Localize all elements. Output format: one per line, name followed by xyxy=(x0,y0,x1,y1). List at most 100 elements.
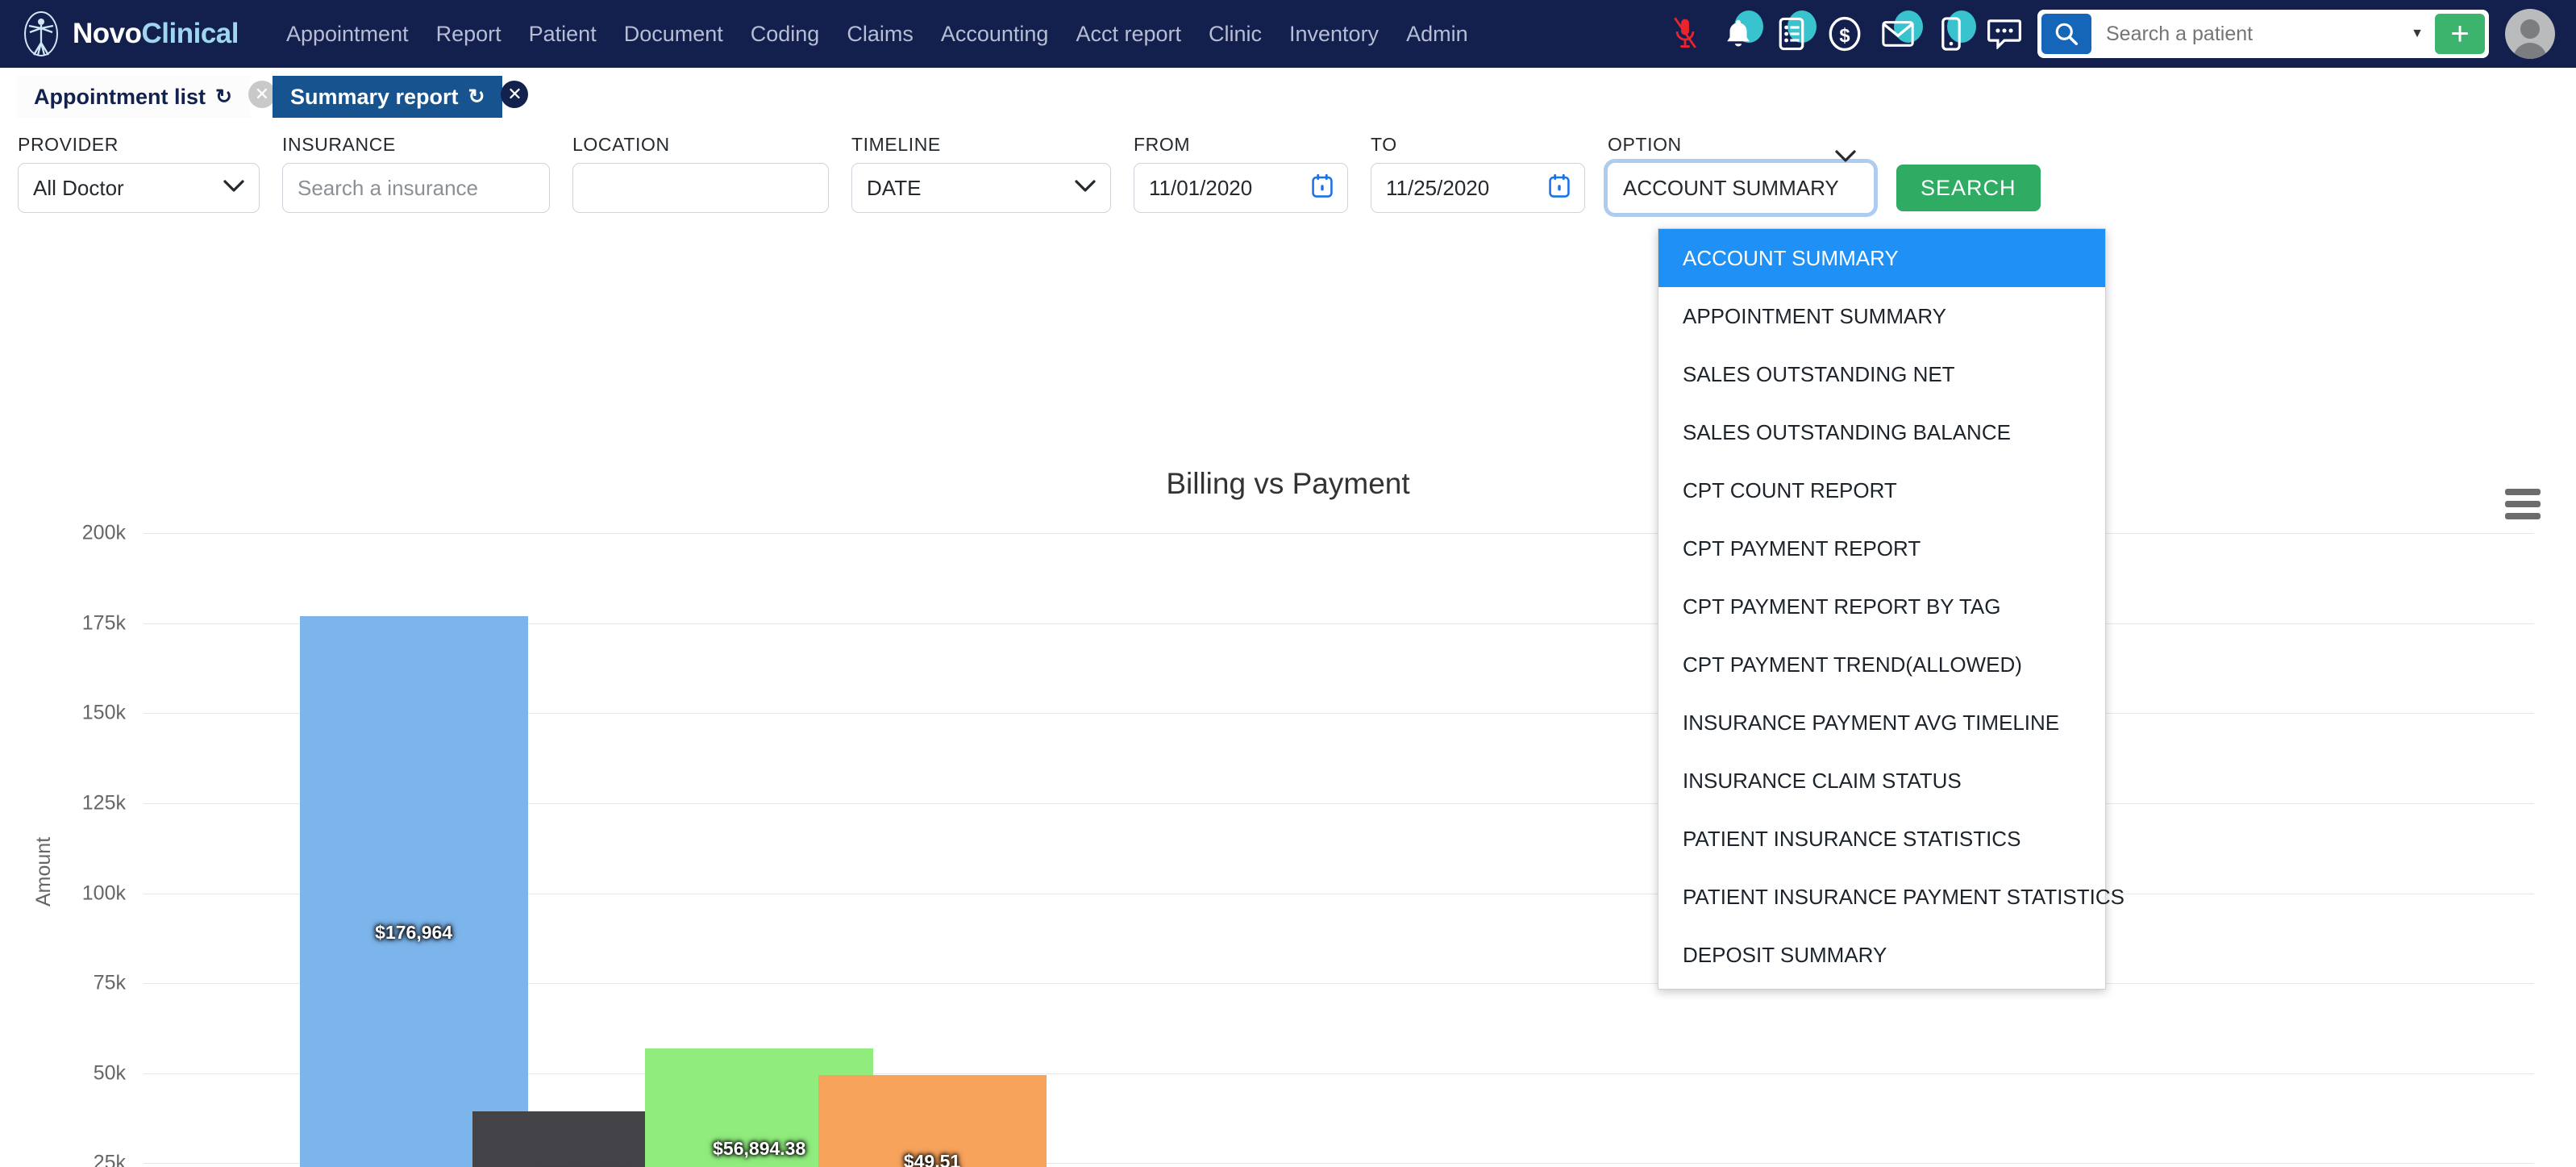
option-dropdown-item[interactable]: CPT PAYMENT TREND(ALLOWED) xyxy=(1658,636,2105,694)
y-axis-tick: 75k xyxy=(94,972,126,995)
microphone-muted-icon[interactable] xyxy=(1667,14,1704,54)
search-icon[interactable] xyxy=(2041,14,2091,54)
insurance-input[interactable] xyxy=(298,176,535,201)
timeline-value: DATE xyxy=(867,176,921,201)
to-date-value: 11/25/2020 xyxy=(1386,176,1489,201)
location-label: LOCATION xyxy=(572,134,829,156)
calendar-icon[interactable] xyxy=(1549,173,1570,203)
chart-bar[interactable]: $176,964 xyxy=(300,616,528,1167)
y-axis-tick: 150k xyxy=(82,702,126,725)
refresh-icon[interactable]: ↻ xyxy=(215,85,232,109)
option-dropdown-item[interactable]: CPT PAYMENT REPORT BY TAG xyxy=(1658,577,2105,636)
nav-link-inventory[interactable]: Inventory xyxy=(1276,17,1392,52)
option-dropdown-item[interactable]: SALES OUTSTANDING BALANCE xyxy=(1658,403,2105,461)
close-appointment-list-icon[interactable]: ✕ xyxy=(248,81,276,108)
location-input-wrap xyxy=(572,163,829,213)
envelope-mail-icon[interactable] xyxy=(1879,14,1916,54)
brand-title: NovoClinical xyxy=(73,18,239,50)
y-axis-tick: 100k xyxy=(82,882,126,905)
brand-clinical: Clinical xyxy=(142,18,239,49)
provider-select[interactable]: All Doctor xyxy=(18,163,260,213)
provider-value: All Doctor xyxy=(33,176,124,201)
dollar-circle-icon[interactable]: $ xyxy=(1826,14,1863,54)
provider-label: PROVIDER xyxy=(18,134,260,156)
option-filter-group: OPTION ACCOUNT SUMMARY xyxy=(1608,134,1874,213)
tab-summary-report-label: Summary report xyxy=(290,85,459,110)
from-label: FROM xyxy=(1134,134,1348,156)
option-dropdown-item[interactable]: PATIENT INSURANCE PAYMENT STATISTICS xyxy=(1658,868,2105,926)
to-date-field[interactable]: 11/25/2020 xyxy=(1371,163,1585,213)
option-dropdown-item[interactable]: CPT PAYMENT REPORT xyxy=(1658,519,2105,577)
insurance-filter-group: INSURANCE xyxy=(282,134,550,213)
option-dropdown-item[interactable]: INSURANCE PAYMENT AVG TIMELINE xyxy=(1658,694,2105,752)
provider-filter-group: PROVIDER All Doctor xyxy=(18,134,260,213)
bar-value-label: $49,51 xyxy=(904,1151,960,1167)
nav-link-claims[interactable]: Claims xyxy=(833,17,927,52)
chevron-down-icon[interactable]: ▼ xyxy=(2399,27,2435,41)
mobile-phone-icon[interactable] xyxy=(1933,14,1970,54)
nav-link-document[interactable]: Document xyxy=(610,17,737,52)
nav-link-report[interactable]: Report xyxy=(422,17,515,52)
to-date-group: TO 11/25/2020 xyxy=(1371,134,1585,213)
patient-search-box: ▼ + xyxy=(2037,10,2489,58)
gridline xyxy=(144,533,2534,534)
primary-nav-links: Appointment Report Patient Document Codi… xyxy=(273,17,1482,52)
option-dropdown-item[interactable]: DEPOSIT SUMMARY xyxy=(1658,926,2105,984)
billing-vs-payment-chart: Billing vs Payment Amount Nov 2020 0k25k… xyxy=(0,213,2576,1140)
close-summary-report-icon[interactable]: ✕ xyxy=(501,81,528,108)
option-dropdown-item[interactable]: PATIENT INSURANCE STATISTICS xyxy=(1658,810,2105,868)
timeline-label: TIMELINE xyxy=(851,134,1111,156)
top-navigation-bar: NovoClinical Appointment Report Patient … xyxy=(0,0,2576,68)
nav-link-coding[interactable]: Coding xyxy=(737,17,834,52)
add-patient-button[interactable]: + xyxy=(2435,14,2485,54)
bar-value-label: $56,894.38 xyxy=(713,1138,805,1160)
clipboard-list-icon[interactable] xyxy=(1773,14,1810,54)
nav-icon-tray: $ xyxy=(1667,14,2023,54)
to-label: TO xyxy=(1371,134,1585,156)
nav-link-accounting[interactable]: Accounting xyxy=(927,17,1063,52)
option-select[interactable]: ACCOUNT SUMMARY xyxy=(1608,163,1874,213)
filter-toolbar: PROVIDER All Doctor INSURANCE LOCATION T… xyxy=(0,118,2576,213)
nav-link-clinic[interactable]: Clinic xyxy=(1195,17,1276,52)
chart-plot-area: 0k25k50k75k100k125k150k175k200k$176,964$… xyxy=(144,533,2534,1167)
option-dropdown-item[interactable]: SALES OUTSTANDING NET xyxy=(1658,345,2105,403)
refresh-icon[interactable]: ↻ xyxy=(468,85,485,109)
chart-title: Billing vs Payment xyxy=(0,467,2576,501)
option-dropdown-item[interactable]: INSURANCE CLAIM STATUS xyxy=(1658,752,2105,810)
timeline-select[interactable]: DATE xyxy=(851,163,1111,213)
y-axis-tick: 25k xyxy=(94,1152,126,1167)
location-input[interactable] xyxy=(588,176,814,201)
option-dropdown-item[interactable]: ACCOUNT SUMMARY xyxy=(1658,229,2105,287)
option-dropdown-item[interactable]: APPOINTMENT SUMMARY xyxy=(1658,287,2105,345)
from-date-field[interactable]: 11/01/2020 xyxy=(1134,163,1348,213)
insurance-input-wrap xyxy=(282,163,550,213)
chart-bar[interactable]: $49,51 xyxy=(818,1075,1047,1167)
search-input[interactable] xyxy=(2091,23,2399,46)
y-axis-tick: 125k xyxy=(82,791,126,815)
nav-link-acct-report[interactable]: Acct report xyxy=(1062,17,1195,52)
tab-appointment-list[interactable]: Appointment list ↻ xyxy=(16,76,250,118)
bell-notification-icon[interactable] xyxy=(1720,14,1757,54)
nav-link-admin[interactable]: Admin xyxy=(1392,17,1482,52)
tab-summary-report[interactable]: Summary report ↻ xyxy=(273,76,503,118)
timeline-filter-group: TIMELINE DATE xyxy=(851,134,1111,213)
y-axis-label: Amount xyxy=(32,837,56,907)
nav-link-patient[interactable]: Patient xyxy=(515,17,610,52)
hamburger-context-menu-icon[interactable] xyxy=(2505,489,2541,525)
search-button[interactable]: SEARCH xyxy=(1896,165,2041,211)
nav-link-appointment[interactable]: Appointment xyxy=(273,17,422,52)
option-dropdown-list[interactable]: ACCOUNT SUMMARYAPPOINTMENT SUMMARYSALES … xyxy=(1658,228,2106,990)
from-date-group: FROM 11/01/2020 xyxy=(1134,134,1348,213)
chevron-down-icon xyxy=(1075,180,1096,197)
chevron-down-icon xyxy=(1835,147,1856,168)
chat-bubble-icon[interactable] xyxy=(1986,14,2023,54)
location-filter-group: LOCATION xyxy=(572,134,829,213)
user-avatar[interactable] xyxy=(2505,9,2555,59)
brand-novo: Novo xyxy=(73,18,142,49)
from-date-value: 11/01/2020 xyxy=(1149,176,1252,201)
option-dropdown-item[interactable]: CPT COUNT REPORT xyxy=(1658,461,2105,519)
brand-logo-area[interactable]: NovoClinical xyxy=(21,10,239,57)
calendar-icon[interactable] xyxy=(1312,173,1333,203)
tab-bar: Appointment list ↻ ✕ Summary report ↻ ✕ xyxy=(0,68,2576,118)
y-axis-tick: 50k xyxy=(94,1061,126,1085)
